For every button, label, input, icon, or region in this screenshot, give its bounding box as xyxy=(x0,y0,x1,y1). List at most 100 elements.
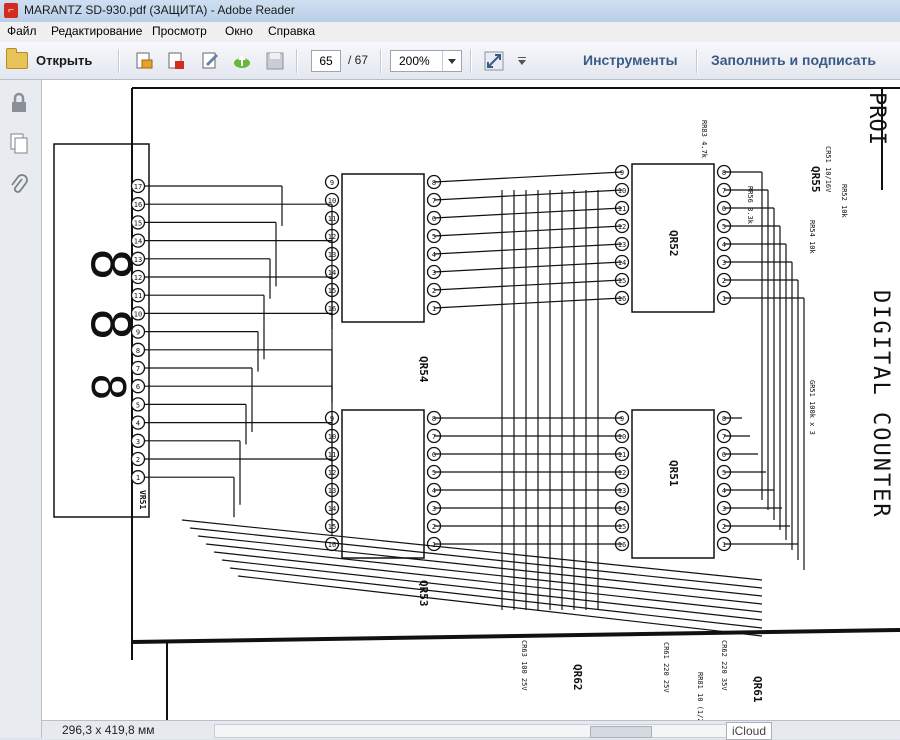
tools-pane-button[interactable]: Инструменты xyxy=(583,52,678,68)
svg-text:4: 4 xyxy=(136,420,140,428)
menu-view[interactable]: Просмотр xyxy=(151,24,208,38)
svg-text:11: 11 xyxy=(134,292,142,300)
vr51-label: VR51 xyxy=(138,490,147,509)
svg-text:6: 6 xyxy=(432,451,436,459)
svg-text:1: 1 xyxy=(136,474,140,482)
vfd-pin: 2 xyxy=(130,451,146,467)
svg-text:14: 14 xyxy=(618,505,626,513)
vfd-pin: 5 xyxy=(130,397,146,412)
lock-icon[interactable] xyxy=(8,92,30,114)
horizontal-scrollbar[interactable] xyxy=(214,724,761,738)
pages-icon[interactable] xyxy=(8,132,30,154)
menu-window[interactable]: Окно xyxy=(224,24,254,38)
svg-text:1: 1 xyxy=(722,295,726,303)
menu-edit[interactable]: Редактирование xyxy=(50,24,143,38)
vfd-pin: 16 xyxy=(130,197,146,212)
ic-pin: 16 xyxy=(324,536,340,552)
svg-text:3: 3 xyxy=(432,269,436,277)
sign-icon[interactable] xyxy=(200,51,220,71)
icloud-tooltip: iCloud xyxy=(725,722,772,740)
svg-text:9: 9 xyxy=(136,329,140,337)
svg-text:10: 10 xyxy=(134,310,142,318)
upload-cloud-icon[interactable] xyxy=(232,51,252,71)
attachments-icon[interactable] xyxy=(8,174,30,196)
qr62-label: QR62 xyxy=(571,664,584,691)
scrollbar-thumb[interactable] xyxy=(590,726,652,738)
vfd-pin: 7 xyxy=(130,360,146,376)
fill-and-sign-button[interactable]: Заполнить и подписать xyxy=(711,52,876,68)
qr53-label: QR53 xyxy=(417,580,430,607)
svg-text:2: 2 xyxy=(432,523,436,531)
svg-text:5: 5 xyxy=(432,469,436,477)
svg-text:6: 6 xyxy=(432,215,436,223)
svg-text:7: 7 xyxy=(722,187,726,195)
vfd-pin: 10 xyxy=(130,306,146,321)
page-dimensions: 296,3 x 419,8 мм xyxy=(62,723,155,737)
svg-text:5: 5 xyxy=(722,223,726,231)
navigation-sidebar xyxy=(0,80,42,738)
svg-text:2: 2 xyxy=(136,456,140,464)
svg-text:9: 9 xyxy=(330,179,334,187)
svg-text:11: 11 xyxy=(618,451,626,459)
svg-text:5: 5 xyxy=(136,401,140,409)
svg-text:12: 12 xyxy=(134,274,142,282)
menu-file[interactable]: Файл xyxy=(6,24,38,38)
chevron-down-icon[interactable] xyxy=(442,51,461,71)
adobe-reader-icon: ⌐ xyxy=(4,3,18,18)
export-pdf-icon[interactable] xyxy=(166,51,186,71)
svg-text:13: 13 xyxy=(618,241,626,249)
page-total: / 67 xyxy=(348,53,369,67)
svg-text:13: 13 xyxy=(618,487,626,495)
vfd-pin: 8 xyxy=(130,342,146,357)
svg-text:9: 9 xyxy=(620,169,624,177)
svg-text:3: 3 xyxy=(136,438,140,446)
create-pdf-icon[interactable] xyxy=(134,51,154,71)
cr62-label: CR62 220 35V xyxy=(720,640,728,691)
svg-text:4: 4 xyxy=(722,487,726,495)
ic-pin: 9 xyxy=(324,174,340,190)
qr51-label: QR51 xyxy=(667,460,680,487)
svg-text:4: 4 xyxy=(432,487,436,495)
vfd-pin: 4 xyxy=(130,415,146,430)
svg-text:4: 4 xyxy=(432,251,436,259)
svg-text:7: 7 xyxy=(432,433,436,441)
svg-text:6: 6 xyxy=(136,383,140,391)
rr56-label: RR56 3.3k xyxy=(746,186,754,225)
svg-text:3: 3 xyxy=(722,259,726,267)
zoom-select[interactable]: 200% xyxy=(390,50,462,72)
vfd-pin: 12 xyxy=(130,269,146,285)
digital-counter-label: DIGITAL COUNTER xyxy=(868,290,893,519)
rr81-label: RR81 10 (1/2W) xyxy=(696,672,704,720)
svg-text:16: 16 xyxy=(618,541,626,549)
toolbar-options-icon[interactable] xyxy=(516,51,528,71)
svg-text:2: 2 xyxy=(722,523,726,531)
vfd-pin: 15 xyxy=(130,215,146,230)
open-button[interactable]: Открыть xyxy=(6,48,92,73)
svg-text:2: 2 xyxy=(722,277,726,285)
svg-text:7: 7 xyxy=(432,197,436,205)
menu-help[interactable]: Справка xyxy=(267,24,316,38)
vfd-pin: 9 xyxy=(130,324,146,339)
proi-label: PROI xyxy=(864,92,889,145)
svg-text:8: 8 xyxy=(722,169,726,177)
page-number-input[interactable]: 65 xyxy=(311,50,341,72)
svg-text:6: 6 xyxy=(722,205,726,213)
vfd-pin: 6 xyxy=(130,379,146,394)
qr61-label: QR61 xyxy=(751,676,764,703)
toolbar-separator xyxy=(470,49,472,73)
svg-text:7: 7 xyxy=(722,433,726,441)
svg-text:10: 10 xyxy=(618,187,626,195)
rr52-label: RR52 10k xyxy=(840,184,848,219)
svg-text:9: 9 xyxy=(620,415,624,423)
svg-text:17: 17 xyxy=(134,183,142,191)
save-icon[interactable] xyxy=(265,51,285,71)
svg-text:6: 6 xyxy=(722,451,726,459)
svg-text:8: 8 xyxy=(432,415,436,423)
vfd-pin: 17 xyxy=(130,178,146,194)
document-view[interactable]: 8 8 8 17 16 15 14 13 12 11 10 9 8 7 6 5 4 3 2 1 9 8 10 7 11 6… xyxy=(42,80,900,720)
toolbar-separator xyxy=(296,49,298,73)
svg-text:10: 10 xyxy=(618,433,626,441)
fullscreen-icon[interactable] xyxy=(484,51,504,71)
svg-text:1: 1 xyxy=(432,305,436,313)
cr61-label: CR61 220 25V xyxy=(662,642,670,693)
